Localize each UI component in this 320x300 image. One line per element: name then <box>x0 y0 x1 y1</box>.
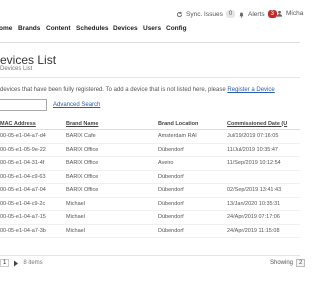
info-text: devices that have been fully registered.… <box>0 87 275 93</box>
footer-divider <box>0 255 300 256</box>
title-divider <box>0 77 300 78</box>
refresh-icon <box>176 11 183 18</box>
cell-date: 24/Apr/2019 11:15:08 <box>227 224 300 238</box>
page-number[interactable]: 1 <box>0 259 10 267</box>
table-header-row: MAC Address Brand Name Brand Location Co… <box>0 118 300 130</box>
cell-location: Dübendorf <box>158 224 227 238</box>
cell-brand: BARIX Office <box>66 143 158 157</box>
cell-location: Dübendorf <box>158 143 227 157</box>
cell-date: 02/Sep/2019 13:41:43 <box>227 183 300 198</box>
cell-date: Jul/19/2019 07:16:05 <box>227 129 300 144</box>
cell-brand: Michael <box>66 210 158 225</box>
table-row[interactable]: 00-05-e1-04-c9-63 BARIX Office Dübendorf <box>0 170 300 184</box>
nav-schedules[interactable]: Schedules <box>76 25 109 32</box>
cell-mac: 00-05-e1-04-a7-3b <box>0 224 66 238</box>
cell-location: Dübendorf <box>158 183 227 198</box>
table-row[interactable]: 00-05-e1-04-a7-04 BARIX Office Dübendorf… <box>0 183 300 198</box>
cell-location: Dübendorf <box>158 210 227 225</box>
cell-mac: 00-05-e1-04-a7-15 <box>0 210 66 225</box>
cell-date: 11/Jul/2019 10:35:47 <box>227 143 300 157</box>
table-row[interactable]: 00-05-e1-04-a7-3b Michael Dübendorf 24/A… <box>0 224 300 238</box>
cell-brand: Michael <box>66 224 158 238</box>
nav-users[interactable]: Users <box>143 25 161 32</box>
sync-issues-label: Sync. Issues <box>186 10 223 18</box>
page-size-control: Showing 2 <box>270 259 306 267</box>
page-size-select[interactable]: 2 <box>296 259 306 267</box>
table-row[interactable]: 00-05-e1-04-a7-15 Michael Dübendorf 24/A… <box>0 210 300 225</box>
sync-issues[interactable]: Sync. Issues 0 <box>176 10 236 18</box>
col-mac-address[interactable]: MAC Address <box>0 118 66 130</box>
pager: 1 8 items <box>0 259 43 267</box>
cell-location: Dübendorf <box>158 197 227 211</box>
sync-issues-count: 0 <box>225 10 236 18</box>
table-row[interactable]: 00-05-e1-05-9e-22 BARIX Office Dübendorf… <box>0 143 300 157</box>
nav-config[interactable]: Config <box>166 25 187 32</box>
cell-brand: BARIX Office <box>66 170 158 184</box>
cell-brand: BARIX Cafe <box>66 129 158 144</box>
col-brand-location[interactable]: Brand Location <box>158 118 227 130</box>
nav-devices[interactable]: Devices <box>113 25 138 32</box>
cell-mac: 00-05-e1-04-a7-d4 <box>0 129 66 144</box>
showing-label: Showing <box>270 260 294 266</box>
table-row[interactable]: 00-05-e1-04-c9-2c Michael Dübendorf 13/J… <box>0 197 300 211</box>
cell-mac: 00-05-e1-05-9e-22 <box>0 143 66 157</box>
cell-location: Dübendorf <box>158 170 227 184</box>
cell-brand: BARIX Office <box>66 156 158 171</box>
page-title: evices List <box>0 53 57 67</box>
register-device-link[interactable]: Register a Device <box>227 87 274 93</box>
user-icon <box>276 10 283 17</box>
table-row[interactable]: 00-05-e1-04-a7-d4 BARIX Cafe Amsterdam R… <box>0 129 300 144</box>
alerts[interactable]: Alerts 3 <box>238 10 277 18</box>
nav-content[interactable]: Content <box>46 25 71 32</box>
cell-mac: 00-05-e1-04-c9-2c <box>0 197 66 211</box>
devices-table: MAC Address Brand Name Brand Location Co… <box>0 118 300 238</box>
next-page-icon[interactable] <box>13 260 19 267</box>
user-name: Micha <box>286 10 304 17</box>
advanced-search-link[interactable]: Advanced Search <box>53 102 100 108</box>
nav-brands[interactable]: Brands <box>18 25 40 32</box>
col-brand-name[interactable]: Brand Name <box>66 118 158 130</box>
cell-mac: 00-05-e1-04-a7-04 <box>0 183 66 198</box>
top-bar: Sync. Issues 0 Alerts 3 Micha ome Brands… <box>0 0 303 46</box>
bell-icon <box>238 11 245 18</box>
cell-mac: 00-05-e1-04-c9-63 <box>0 170 66 184</box>
cell-brand: Michael <box>66 197 158 211</box>
nav-home[interactable]: ome <box>0 25 12 32</box>
cell-date: 24/Apr/2019 07:17:06 <box>227 210 300 225</box>
col-commissioned-date[interactable]: Commissioned Date (U <box>227 118 300 130</box>
user-menu[interactable]: Micha <box>276 10 303 17</box>
cell-location: Aveiro <box>158 156 227 171</box>
cell-location: Amsterdam RAI <box>158 129 227 144</box>
alerts-label: Alerts <box>248 10 265 18</box>
table-row[interactable]: 00-05-e1-04-31-4f BARIX Office Aveiro 11… <box>0 156 300 171</box>
items-count: 8 items <box>23 260 43 266</box>
cell-date: 13/Jan/2020 10:35:31 <box>227 197 300 211</box>
cell-date <box>227 170 300 184</box>
info-text-body: devices that have been fully registered.… <box>0 87 228 93</box>
cell-date: 11/Sep/2019 10:12:54 <box>227 156 300 171</box>
header-divider <box>0 42 300 43</box>
cell-mac: 00-05-e1-04-31-4f <box>0 156 66 171</box>
search-input[interactable] <box>0 99 47 111</box>
breadcrumb: Devices List <box>0 66 33 72</box>
cell-brand: BARIX Office <box>66 183 158 198</box>
